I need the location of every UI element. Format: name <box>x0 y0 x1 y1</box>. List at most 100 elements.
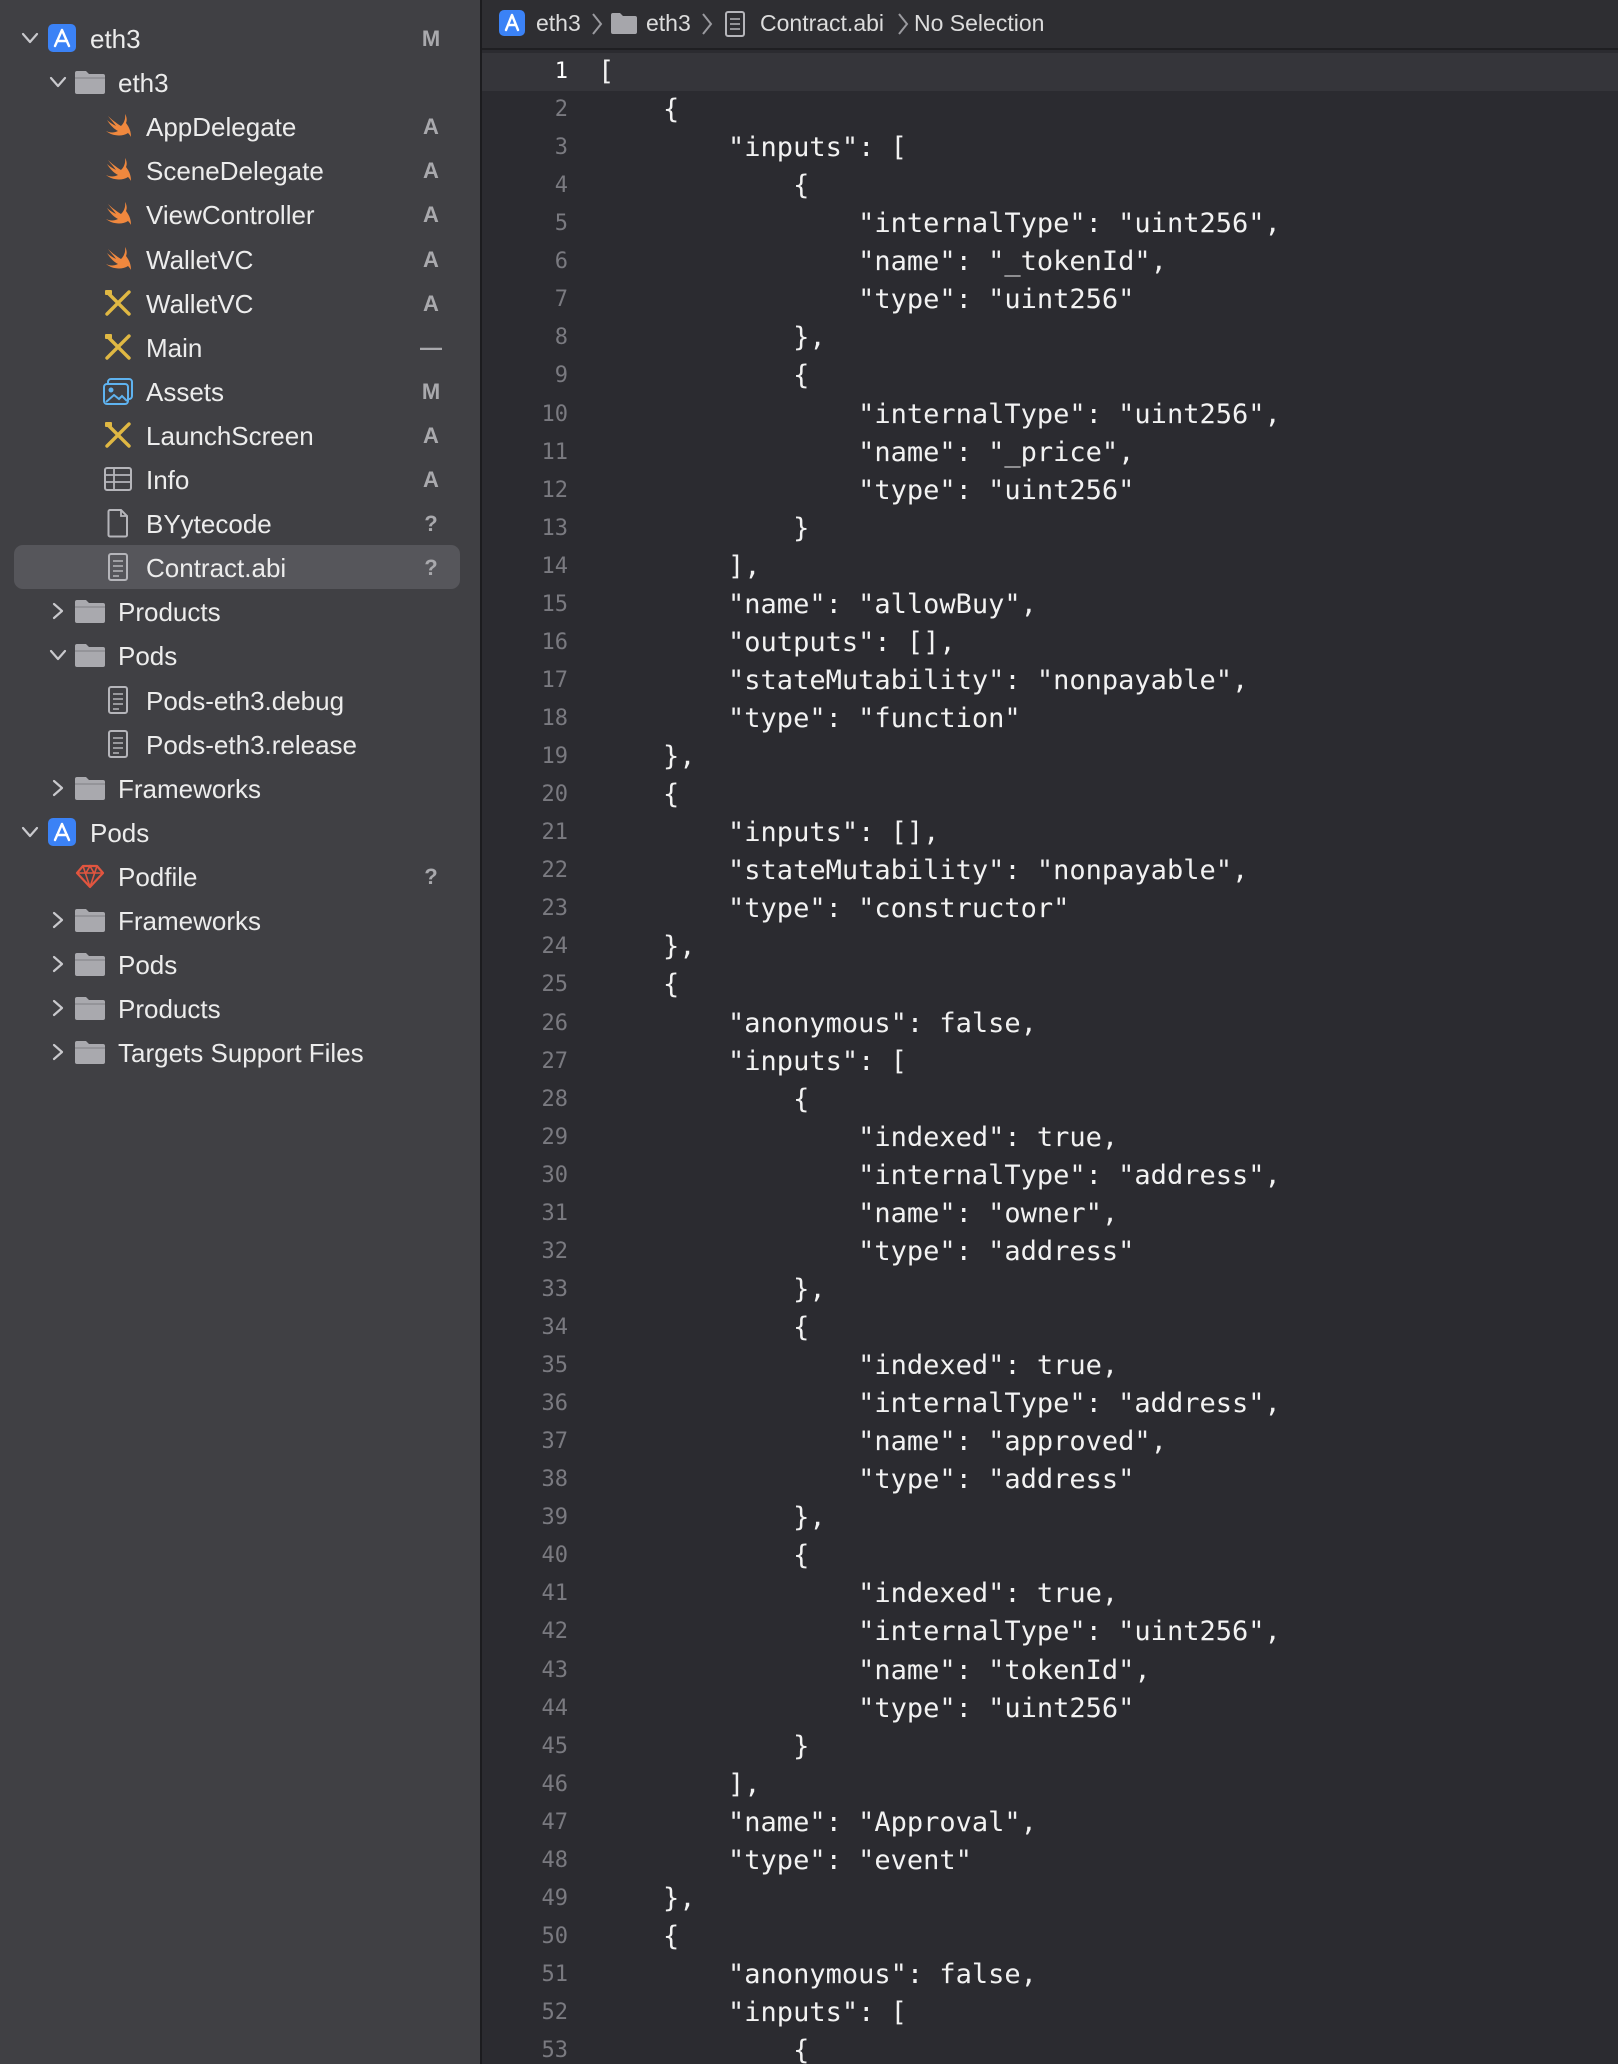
navigator-item[interactable]: Frameworks <box>0 898 480 942</box>
line-number: 2 <box>554 97 568 123</box>
chevron-right-icon[interactable] <box>48 778 68 798</box>
code-line[interactable]: "type": "uint256" <box>598 281 1134 319</box>
navigator-item[interactable]: Pods <box>0 942 480 986</box>
code-line[interactable]: "type": "address" <box>598 1233 1134 1271</box>
line-number: 38 <box>541 1467 569 1493</box>
code-line[interactable]: "type": "address" <box>598 1461 1134 1499</box>
code-line[interactable]: "inputs": [ <box>598 1994 907 2032</box>
chevron-right-icon[interactable] <box>48 910 68 930</box>
navigator-item-label: Pods <box>90 817 150 848</box>
code-line[interactable]: "indexed": true, <box>598 1119 1118 1157</box>
navigator-item[interactable]: WalletVC A <box>0 237 480 281</box>
breadcrumb-selection[interactable]: No Selection <box>914 10 1044 36</box>
code-line[interactable]: { <box>598 1309 809 1347</box>
navigator-item[interactable]: Pods-eth3.release <box>0 722 480 766</box>
navigator-item[interactable]: Contract.abi? <box>0 545 480 590</box>
chevron-down-icon[interactable] <box>48 72 68 92</box>
code-line[interactable]: { <box>598 1537 809 1575</box>
navigator-item[interactable]: Targets Support Files <box>0 1030 480 1074</box>
code-line[interactable]: "name": "allowBuy", <box>598 586 1037 624</box>
navigator-item[interactable]: LaunchScreen A <box>0 413 480 457</box>
chevron-down-icon[interactable] <box>48 645 68 665</box>
code-line[interactable]: }, <box>598 738 696 776</box>
code-line[interactable]: "type": "function" <box>598 700 1021 738</box>
code-line[interactable]: "anonymous": false, <box>598 1956 1037 1994</box>
code-line[interactable]: }, <box>598 319 826 357</box>
navigator-item-label: BYytecode <box>146 509 272 540</box>
code-line[interactable]: "inputs": [ <box>598 129 907 167</box>
navigator-item[interactable]: Pods <box>0 633 480 677</box>
chevron-right-icon[interactable] <box>48 1042 68 1062</box>
code-line[interactable]: { <box>598 776 679 814</box>
code-line[interactable]: "type": "uint256" <box>598 472 1134 510</box>
code-line[interactable]: }, <box>598 928 696 966</box>
navigator-item[interactable]: Products <box>0 986 480 1030</box>
code-line[interactable]: "type": "uint256" <box>598 1690 1134 1728</box>
code-line[interactable]: { <box>598 357 809 395</box>
code-line[interactable]: ], <box>598 548 761 586</box>
navigator-item[interactable]: BYytecode? <box>0 501 480 545</box>
code-line[interactable]: { <box>598 167 809 205</box>
code-line[interactable]: "internalType": "address", <box>598 1385 1281 1423</box>
chevron-right-icon[interactable] <box>48 954 68 974</box>
navigator-item[interactable]: Assets M <box>0 369 480 413</box>
breadcrumb-group[interactable]: eth3 <box>646 10 691 36</box>
code-line[interactable]: "outputs": [], <box>598 624 956 662</box>
code-line[interactable]: { <box>598 966 679 1004</box>
code-line[interactable]: "type": "constructor" <box>598 890 1069 928</box>
code-line[interactable]: "type": "event" <box>598 1842 972 1880</box>
code-editor[interactable]: 1 2 3 4 5 6 7 8 9 10 11 12 13 14 15 16 17 18 19 20 21 22 23 24 2… <box>482 50 1618 2064</box>
navigator-item[interactable]: Podfile? <box>0 854 480 898</box>
code-line[interactable]: { <box>598 91 679 129</box>
interface-builder-icon <box>102 288 134 318</box>
code-line[interactable]: "internalType": "uint256", <box>598 396 1281 434</box>
code-line[interactable]: { <box>598 1081 809 1119</box>
navigator-item[interactable]: Frameworks <box>0 766 480 810</box>
code-line[interactable]: "inputs": [], <box>598 814 939 852</box>
breadcrumb-project[interactable]: eth3 <box>536 10 581 36</box>
code-line[interactable]: "anonymous": false, <box>598 1005 1037 1043</box>
navigator-item[interactable]: Products <box>0 589 480 633</box>
code-line[interactable]: "inputs": [ <box>598 1043 907 1081</box>
code-line[interactable]: }, <box>598 1880 696 1918</box>
code-line[interactable]: "name": "owner", <box>598 1195 1118 1233</box>
code-line[interactable]: "name": "tokenId", <box>598 1652 1151 1690</box>
code-line[interactable]: "name": "_price", <box>598 434 1134 472</box>
navigator-item[interactable]: WalletVC A <box>0 281 480 325</box>
code-line[interactable]: "stateMutability": "nonpayable", <box>598 662 1248 700</box>
code-line[interactable]: }, <box>598 1271 826 1309</box>
code-line[interactable]: [ <box>598 53 614 91</box>
code-line[interactable]: "indexed": true, <box>598 1575 1118 1613</box>
navigator-item[interactable]: Main — <box>0 325 480 369</box>
navigator-item[interactable]: Info A <box>0 457 480 501</box>
code-line[interactable]: "name": "_tokenId", <box>598 243 1167 281</box>
code-line[interactable]: "internalType": "uint256", <box>598 205 1281 243</box>
navigator-item[interactable]: ViewController A <box>0 192 480 236</box>
code-line[interactable]: { <box>598 2032 809 2064</box>
code-line[interactable]: { <box>598 1918 679 1956</box>
navigator-item[interactable]: eth3 M <box>0 16 480 60</box>
navigator-item[interactable]: AppDelegate A <box>0 104 480 148</box>
chevron-down-icon[interactable] <box>20 822 40 842</box>
code-line[interactable]: } <box>598 1728 809 1766</box>
code-line[interactable]: "name": "approved", <box>598 1423 1167 1461</box>
navigator-item[interactable]: Pods-eth3.debug <box>0 678 480 722</box>
line-number: 42 <box>541 1619 569 1645</box>
code-line[interactable]: "stateMutability": "nonpayable", <box>598 852 1248 890</box>
code-line[interactable]: } <box>598 510 809 548</box>
navigator-item[interactable]: eth3 <box>0 60 480 104</box>
asset-catalog-icon <box>102 376 134 406</box>
code-line[interactable]: "indexed": true, <box>598 1347 1118 1385</box>
code-line[interactable]: "internalType": "uint256", <box>598 1613 1281 1651</box>
code-line[interactable]: "name": "Approval", <box>598 1804 1037 1842</box>
code-line[interactable]: "internalType": "address", <box>598 1157 1281 1195</box>
code-line[interactable]: ], <box>598 1766 761 1804</box>
chevron-right-icon[interactable] <box>48 601 68 621</box>
code-line[interactable]: }, <box>598 1499 826 1537</box>
chevron-down-icon[interactable] <box>20 28 40 48</box>
navigator-item[interactable]: SceneDelegate A <box>0 148 480 192</box>
breadcrumb-file[interactable]: Contract.abi <box>760 10 884 36</box>
navigator-item[interactable]: Pods <box>0 810 480 854</box>
chevron-right-icon[interactable] <box>48 998 68 1018</box>
line-number: 25 <box>541 972 569 998</box>
